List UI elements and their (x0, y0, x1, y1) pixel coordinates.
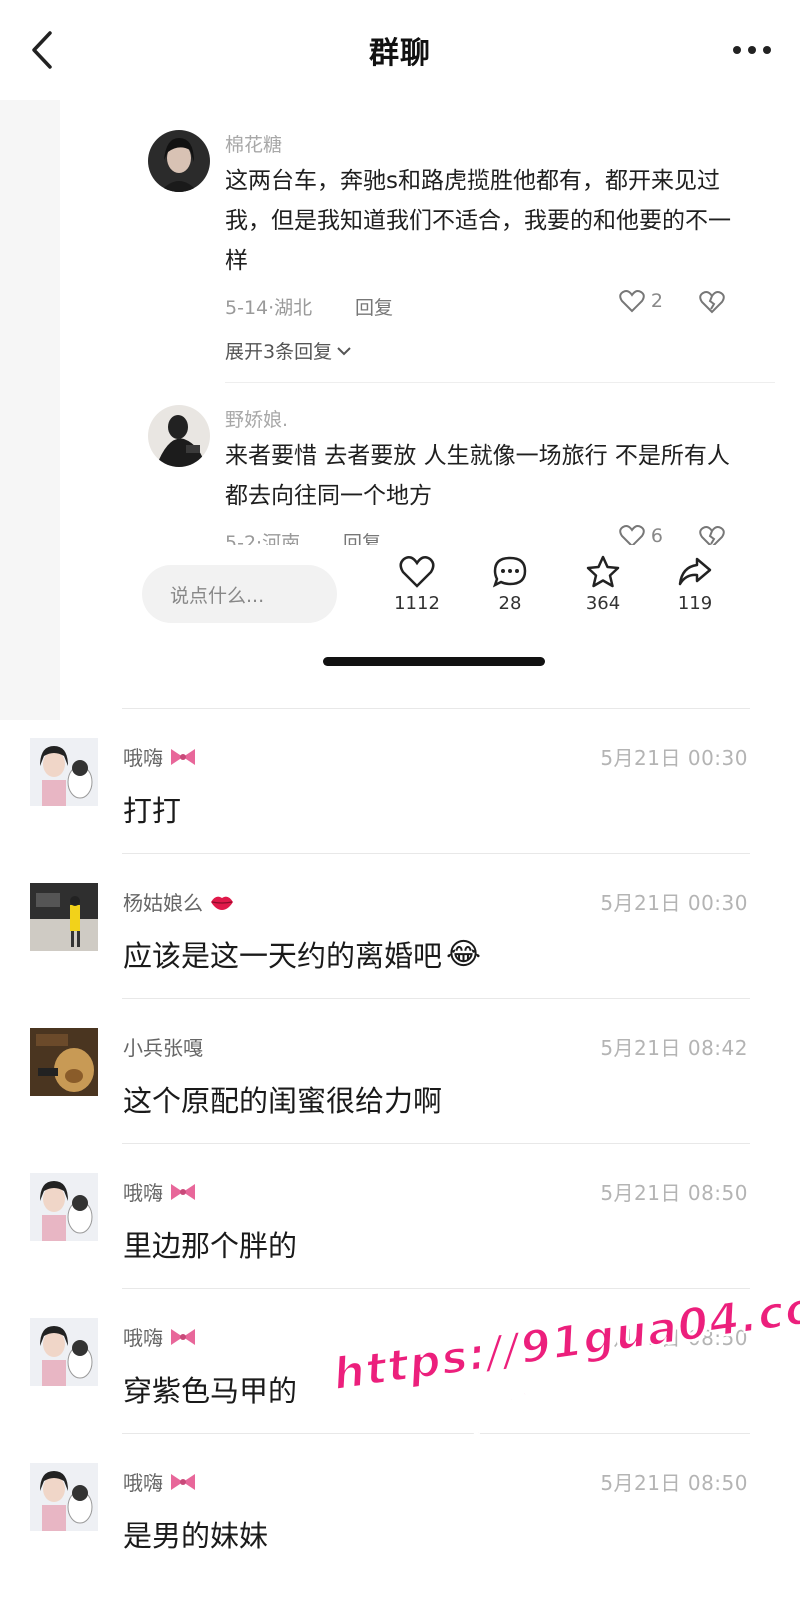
laughing-crying-emoji: 😂 (446, 936, 482, 972)
more-dots-icon (733, 46, 771, 54)
share-count: 119 (677, 593, 713, 614)
back-button[interactable] (22, 28, 62, 72)
message-text-content: 是男的妹妹 (123, 1519, 269, 1553)
like-count: 2 (650, 290, 663, 312)
star-icon (586, 555, 620, 588)
sender-name[interactable]: 哦嗨 (123, 1467, 197, 1496)
chevron-left-icon (32, 31, 52, 69)
sender-name-text: 杨姑娘么 (123, 891, 203, 915)
bow-icon (171, 1328, 195, 1345)
comment-post-button[interactable]: 28 (475, 555, 545, 614)
sender-name[interactable]: 杨姑娘么 (123, 887, 235, 916)
chat-message: 哦嗨 5月21日 08:50 是男的妹妹 (0, 1433, 800, 1578)
message-time: 5月21日 08:50 (600, 1471, 748, 1495)
bow-icon (171, 1183, 195, 1200)
avatar[interactable] (30, 1028, 98, 1096)
sender-name-text: 哦嗨 (123, 1181, 163, 1205)
message-divider (122, 998, 750, 999)
comment-text: 这两台车，奔驰s和路虎揽胜他都有，都开来见过我，但是我知道我们不适合，我要的和他… (225, 168, 731, 274)
chat-message: 哦嗨 5月21日 00:30 打打 (0, 708, 800, 853)
message-text: 里边那个胖的 (123, 1223, 297, 1265)
page-title: 群聊 (369, 36, 431, 71)
message-text: 打打 (123, 788, 181, 830)
chat-message: 杨姑娘么 5月21日 00:30 应该是这一天约的离婚吧 😂 (0, 853, 800, 998)
post-action-bar: 说点什么... 1112 28 364 119 (60, 545, 800, 645)
comment-meta: 5-14·湖北 回复 2 (225, 287, 745, 321)
avatar[interactable] (30, 738, 98, 806)
message-divider (122, 708, 750, 709)
home-indicator (323, 657, 545, 666)
message-time: 5月21日 00:30 (600, 746, 748, 770)
message-divider (122, 853, 750, 854)
comment-bubble-icon (492, 556, 527, 588)
avatar[interactable] (148, 405, 210, 467)
sender-name-text: 哦嗨 (123, 746, 163, 770)
sender-name[interactable]: 哦嗨 (123, 1177, 197, 1206)
message-time: 5月21日 08:50 (600, 1326, 748, 1350)
comment-username[interactable]: 棉花糖 (225, 130, 745, 157)
chat-message: 哦嗨 5月21日 08:50 里边那个胖的 (0, 1143, 800, 1288)
message-text-content: 应该是这一天约的离婚吧 (123, 939, 443, 973)
comment-input[interactable]: 说点什么... (142, 565, 337, 623)
avatar[interactable] (30, 1173, 98, 1241)
chat-message: 小兵张嘎 5月21日 08:42 这个原配的闺蜜很给力啊 (0, 998, 800, 1143)
heart-icon (619, 290, 645, 313)
message-text-content: 打打 (123, 794, 182, 828)
like-count: 1112 (394, 593, 440, 614)
message-time: 5月21日 08:50 (600, 1181, 748, 1205)
comment-date: 5-14·湖北 (225, 297, 313, 319)
comment-text: 来者要惜 去者要放 人生就像一场旅行 不是所有人都去向往同一个地方 (225, 443, 730, 509)
message-divider (122, 1433, 750, 1434)
dislike-button[interactable] (699, 290, 725, 319)
message-divider (122, 1288, 750, 1289)
comment-divider (225, 382, 775, 383)
sender-name[interactable]: 哦嗨 (123, 1322, 197, 1351)
sender-name-text: 哦嗨 (123, 1471, 163, 1495)
message-text: 是男的妹妹 (123, 1513, 268, 1555)
share-arrow-icon (678, 557, 712, 586)
shared-screenshot[interactable]: 棉花糖 这两台车，奔驰s和路虎揽胜他都有，都开来见过我，但是我知道我们不适合，我… (0, 100, 800, 720)
message-time: 5月21日 00:30 (600, 891, 748, 915)
avatar[interactable] (30, 1463, 98, 1531)
bow-icon (171, 748, 195, 765)
expand-replies-label: 展开3条回复 (225, 341, 333, 363)
more-button[interactable] (726, 30, 778, 70)
top-bar: 群聊 (0, 0, 800, 100)
share-post-button[interactable]: 119 (660, 555, 730, 614)
chevron-down-icon (337, 346, 351, 355)
message-text-content: 穿紫色马甲的 (123, 1374, 298, 1408)
reply-button[interactable]: 回复 (355, 293, 393, 320)
broken-heart-icon (699, 291, 725, 314)
comment-username[interactable]: 野娇娘. (225, 405, 745, 432)
sender-name-text: 小兵张嘎 (123, 1036, 203, 1060)
like-post-button[interactable]: 1112 (382, 555, 452, 614)
favorite-post-button[interactable]: 364 (568, 555, 638, 614)
sender-name[interactable]: 小兵张嘎 (123, 1032, 203, 1061)
comment-count: 28 (498, 593, 522, 614)
chat-message: 哦嗨 5月21日 08:50 穿紫色马甲的 (0, 1288, 800, 1433)
heart-icon (399, 555, 435, 588)
message-text: 这个原配的闺蜜很给力啊 (123, 1078, 442, 1120)
avatar[interactable] (30, 1318, 98, 1386)
bow-icon (171, 1473, 195, 1490)
message-time: 5月21日 08:42 (600, 1036, 748, 1060)
message-text: 穿紫色马甲的 (123, 1368, 297, 1410)
like-count: 6 (650, 525, 663, 547)
sender-name[interactable]: 哦嗨 (123, 742, 197, 771)
sender-name-text: 哦嗨 (123, 1326, 163, 1350)
lips-icon (211, 896, 233, 910)
message-text-content: 里边那个胖的 (123, 1229, 298, 1263)
expand-replies-button[interactable]: 展开3条回复 (225, 337, 745, 364)
avatar[interactable] (30, 883, 98, 951)
avatar[interactable] (148, 130, 210, 192)
message-text: 应该是这一天约的离婚吧 😂 (123, 933, 481, 975)
message-divider (122, 1143, 750, 1144)
like-button[interactable]: 2 (619, 289, 663, 313)
favorite-count: 364 (585, 593, 621, 614)
message-text-content: 这个原配的闺蜜很给力啊 (123, 1084, 443, 1118)
